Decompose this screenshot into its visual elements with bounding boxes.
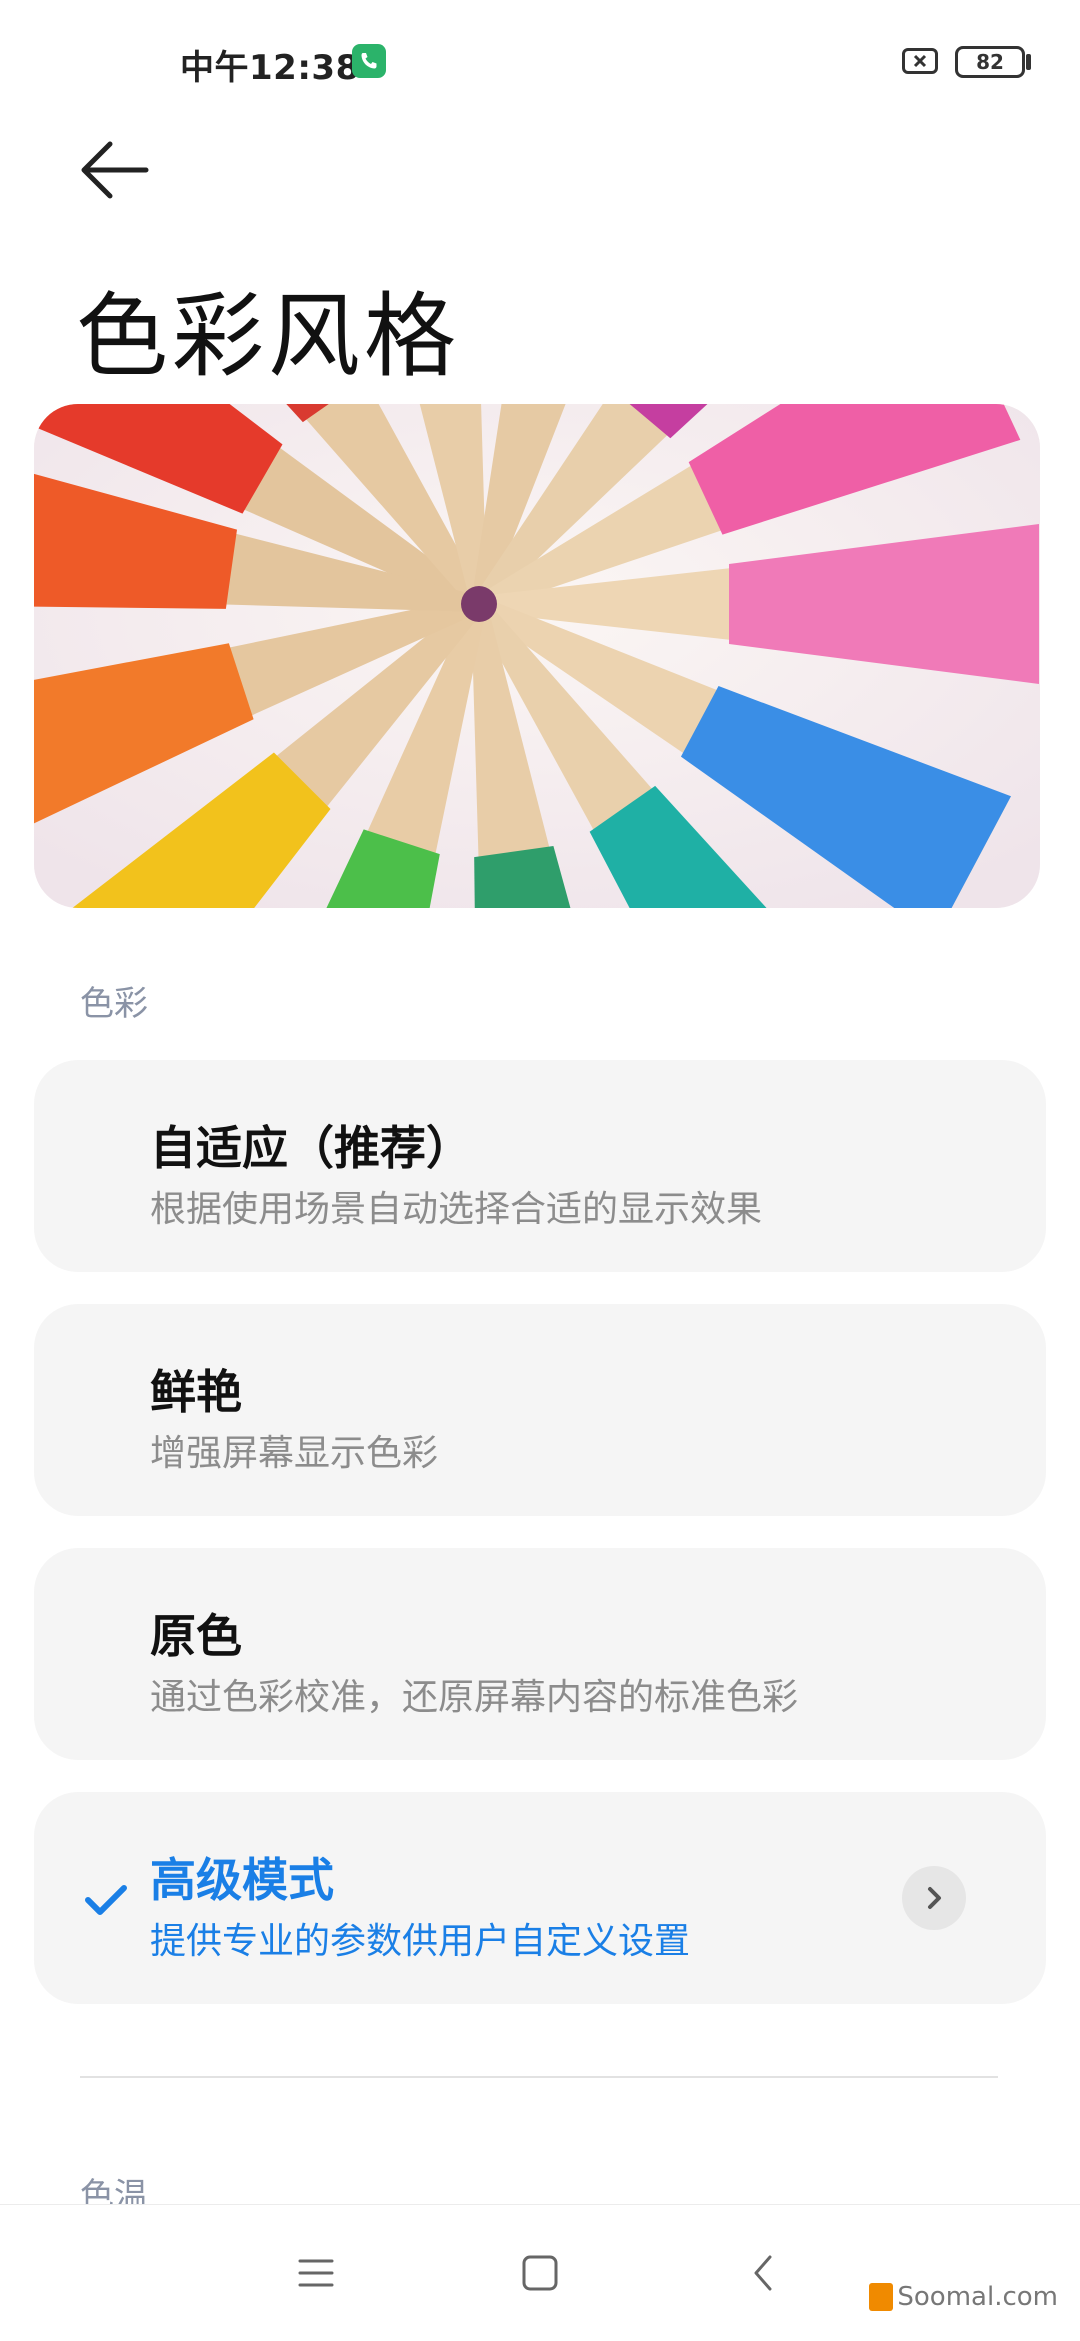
divider xyxy=(80,2076,998,2078)
option-adaptive[interactable]: 自适应（推荐） 根据使用场景自动选择合适的显示效果 xyxy=(34,1060,1046,1272)
call-icon xyxy=(352,44,386,78)
battery-level: 82 xyxy=(976,50,1004,74)
option-title: 鲜艳 xyxy=(150,1365,242,1419)
home-icon xyxy=(522,2255,558,2291)
watermark-text: Soomal.com xyxy=(897,2282,1058,2312)
option-title: 原色 xyxy=(150,1609,242,1663)
home-button[interactable] xyxy=(508,2241,572,2305)
option-title: 自适应（推荐） xyxy=(150,1121,472,1175)
check-icon xyxy=(82,1880,130,1920)
nav-back-button[interactable] xyxy=(732,2241,796,2305)
option-title: 高级模式 xyxy=(150,1853,334,1907)
battery-icon: 82 xyxy=(955,46,1025,78)
chevron-right-button[interactable] xyxy=(902,1866,966,1930)
nav-bar xyxy=(0,2204,1080,2341)
back-arrow-icon xyxy=(81,141,149,199)
back-button[interactable] xyxy=(70,130,160,210)
menu-icon xyxy=(298,2259,334,2287)
menu-button[interactable] xyxy=(284,2241,348,2305)
battery-tip xyxy=(1026,54,1031,70)
status-bar: 中午12:38 82 xyxy=(0,0,1080,120)
chevron-right-icon xyxy=(928,1887,941,1909)
back-icon xyxy=(754,2255,772,2291)
option-desc: 增强屏幕显示色彩 xyxy=(150,1433,439,1474)
status-time: 中午12:38 xyxy=(180,48,360,88)
watermark: Soomal.com xyxy=(869,2282,1058,2312)
battery-x-icon xyxy=(902,48,938,74)
option-desc: 提供专业的参数供用户自定义设置 xyxy=(150,1921,691,1962)
soomal-logo-icon xyxy=(869,2283,894,2311)
option-desc: 根据使用场景自动选择合适的显示效果 xyxy=(150,1189,763,1230)
colored-pencils-image xyxy=(34,404,1040,908)
section-label-color: 色彩 xyxy=(80,984,148,1024)
option-vivid[interactable]: 鲜艳 增强屏幕显示色彩 xyxy=(34,1304,1046,1516)
option-advanced[interactable]: 高级模式 提供专业的参数供用户自定义设置 xyxy=(34,1792,1046,2004)
page-title: 色彩风格 xyxy=(76,283,461,390)
option-original[interactable]: 原色 通过色彩校准，还原屏幕内容的标准色彩 xyxy=(34,1548,1046,1760)
option-desc: 通过色彩校准，还原屏幕内容的标准色彩 xyxy=(150,1677,799,1718)
